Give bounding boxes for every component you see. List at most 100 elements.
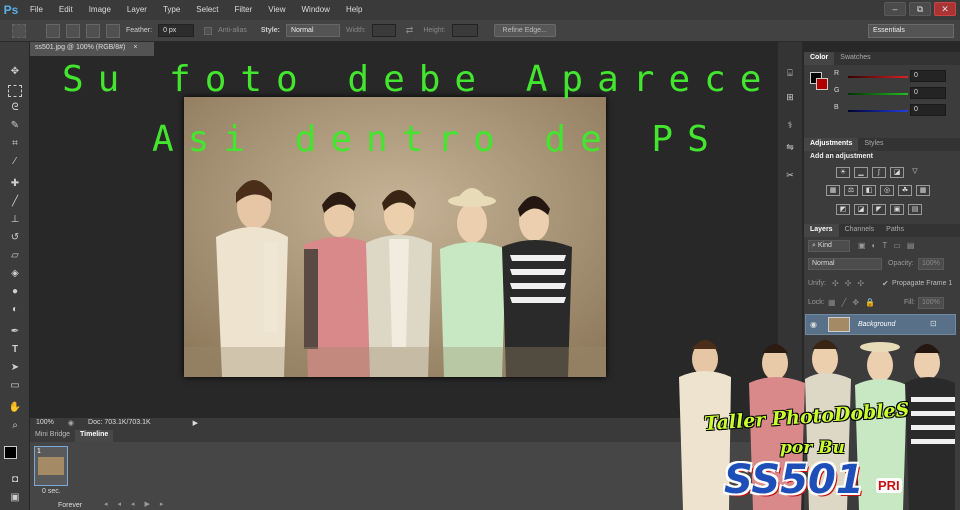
layer-filter-kind[interactable]: ⌕ Kind	[808, 240, 850, 252]
screen-mode-icon[interactable]: ▣	[5, 490, 25, 506]
hand-tool-icon[interactable]: ✋	[5, 400, 25, 416]
fill-input[interactable]: 100%	[918, 297, 944, 309]
rectangle-tool-icon[interactable]: ▭	[5, 378, 25, 394]
menu-help[interactable]: Help	[338, 0, 370, 20]
foreground-color-swatch[interactable]	[4, 446, 17, 459]
channel-mixer-icon[interactable]: ☘	[898, 185, 912, 196]
new-selection-icon[interactable]	[46, 23, 60, 38]
brush-tool-icon[interactable]: ╱	[5, 194, 25, 210]
marquee-tool-preset-icon[interactable]	[12, 23, 26, 38]
pen-tool-icon[interactable]: ✒	[5, 324, 25, 340]
status-menu-arrow-icon[interactable]: ▶	[193, 419, 198, 429]
move-tool-icon[interactable]: ✥	[5, 64, 25, 80]
close-tab-icon[interactable]: ×	[133, 44, 137, 51]
exposure-icon[interactable]: ◪	[890, 167, 904, 178]
history-brush-icon[interactable]: ↺	[5, 230, 25, 246]
lasso-tool-icon[interactable]: ᘓ	[5, 100, 25, 116]
levels-icon[interactable]: ▁	[854, 167, 868, 178]
propagate-checkbox-icon[interactable]: ✔	[882, 279, 889, 288]
intersect-selection-icon[interactable]	[106, 23, 120, 38]
menu-filter[interactable]: Filter	[227, 0, 261, 20]
subtract-selection-icon[interactable]	[86, 23, 100, 38]
navigator-panel-icon[interactable]: ⇋	[782, 142, 798, 156]
menu-select[interactable]: Select	[188, 0, 226, 20]
swap-icon[interactable]: ⇄	[406, 25, 414, 36]
opacity-input[interactable]: 100%	[918, 258, 944, 270]
visibility-eye-icon[interactable]: ◉	[810, 320, 817, 329]
zoom-level[interactable]: 100%	[36, 419, 54, 429]
blue-slider[interactable]	[848, 110, 908, 112]
red-slider[interactable]	[848, 76, 908, 78]
brightness-icon[interactable]: ☀	[836, 167, 850, 178]
green-value[interactable]: 0	[910, 87, 946, 99]
zoom-tool-icon[interactable]: ⌕	[5, 418, 25, 434]
add-selection-icon[interactable]	[66, 23, 80, 38]
unify-icons[interactable]: ✣✣✣	[832, 279, 870, 288]
feather-input[interactable]: 0 px	[158, 24, 195, 37]
animation-frame[interactable]: 1	[34, 446, 68, 486]
properties-panel-icon[interactable]: ⊞	[782, 92, 798, 106]
tab-adjustments[interactable]: Adjustments	[804, 138, 859, 151]
threshold-icon[interactable]: ◤	[872, 204, 886, 215]
blue-value[interactable]: 0	[910, 104, 946, 116]
curves-icon[interactable]: ∫	[872, 167, 886, 178]
tab-color[interactable]: Color	[804, 52, 835, 65]
height-input[interactable]	[451, 24, 478, 37]
document-tab[interactable]: ss501.jpg @ 100% (RGB/8#) ×	[30, 42, 154, 56]
tab-channels[interactable]: Channels	[839, 224, 881, 237]
gradient-map-icon[interactable]: ▣	[890, 204, 904, 215]
selective-color-icon[interactable]: ▤	[908, 204, 922, 215]
blur-tool-icon[interactable]: ●	[5, 284, 25, 300]
status-info-icon[interactable]: ◉	[68, 419, 74, 429]
clone-stamp-icon[interactable]: ⊥	[5, 212, 25, 228]
menu-file[interactable]: File	[22, 0, 51, 20]
refine-edge-button[interactable]: Refine Edge...	[493, 24, 556, 37]
minimize-button[interactable]: –	[884, 2, 906, 16]
workspace-select[interactable]: Essentials	[868, 24, 954, 38]
style-select[interactable]: Normal	[285, 24, 340, 37]
tab-mini-bridge[interactable]: Mini Bridge	[30, 430, 75, 442]
black-white-icon[interactable]: ◧	[862, 185, 876, 196]
tools-preset-icon[interactable]: ✂	[782, 170, 798, 184]
eraser-tool-icon[interactable]: ▱	[5, 248, 25, 264]
paint-bucket-icon[interactable]: ◈	[5, 266, 25, 282]
playback-controls[interactable]: ◂◂◂▶▸	[104, 500, 173, 508]
menu-image[interactable]: Image	[81, 0, 119, 20]
path-select-icon[interactable]: ➤	[5, 360, 25, 376]
green-slider[interactable]	[848, 93, 908, 95]
dodge-tool-icon[interactable]: ◐	[5, 302, 25, 318]
crop-tool-icon[interactable]: ⌗	[5, 136, 25, 152]
invert-icon[interactable]: ◩	[836, 204, 850, 215]
frame-delay[interactable]: 0 sec.	[42, 488, 61, 495]
brush-panel-icon[interactable]: ⚕	[782, 120, 798, 134]
layer-filter-icons[interactable]: ▣◐T▭▤	[858, 241, 920, 250]
tab-styles[interactable]: Styles	[858, 138, 889, 151]
tab-timeline[interactable]: Timeline	[75, 430, 114, 442]
photo-filter-icon[interactable]: ◎	[880, 185, 894, 196]
type-tool-icon[interactable]: T	[5, 342, 25, 358]
hue-saturation-icon[interactable]: ▦	[826, 185, 840, 196]
menu-view[interactable]: View	[260, 0, 293, 20]
vibrance-icon[interactable]: ▽	[908, 167, 922, 178]
posterize-icon[interactable]: ◪	[854, 204, 868, 215]
blend-mode-select[interactable]: Normal	[808, 258, 882, 270]
color-balance-icon[interactable]: ⚖	[844, 185, 858, 196]
menu-type[interactable]: Type	[155, 0, 188, 20]
quick-select-tool-icon[interactable]: ✎	[5, 118, 25, 134]
tab-swatches[interactable]: Swatches	[834, 52, 876, 65]
loop-select[interactable]: Forever	[58, 502, 82, 509]
width-input[interactable]	[371, 24, 396, 37]
history-panel-icon[interactable]: ⌸	[782, 68, 798, 82]
lock-icons[interactable]: ▦╱✥🔒	[828, 298, 881, 307]
red-value[interactable]: 0	[910, 70, 946, 82]
menu-window[interactable]: Window	[294, 0, 338, 20]
antialias-checkbox[interactable]	[204, 26, 213, 35]
tab-layers[interactable]: Layers	[804, 224, 839, 237]
color-lookup-icon[interactable]: ▦	[916, 185, 930, 196]
tab-paths[interactable]: Paths	[880, 224, 910, 237]
marquee-tool-icon[interactable]	[8, 85, 22, 97]
layer-background-row[interactable]: ◉ Background ⊡	[805, 314, 956, 335]
quick-mask-icon[interactable]: ◘	[5, 472, 25, 488]
restore-button[interactable]: ⧉	[909, 2, 931, 16]
menu-edit[interactable]: Edit	[51, 0, 81, 20]
